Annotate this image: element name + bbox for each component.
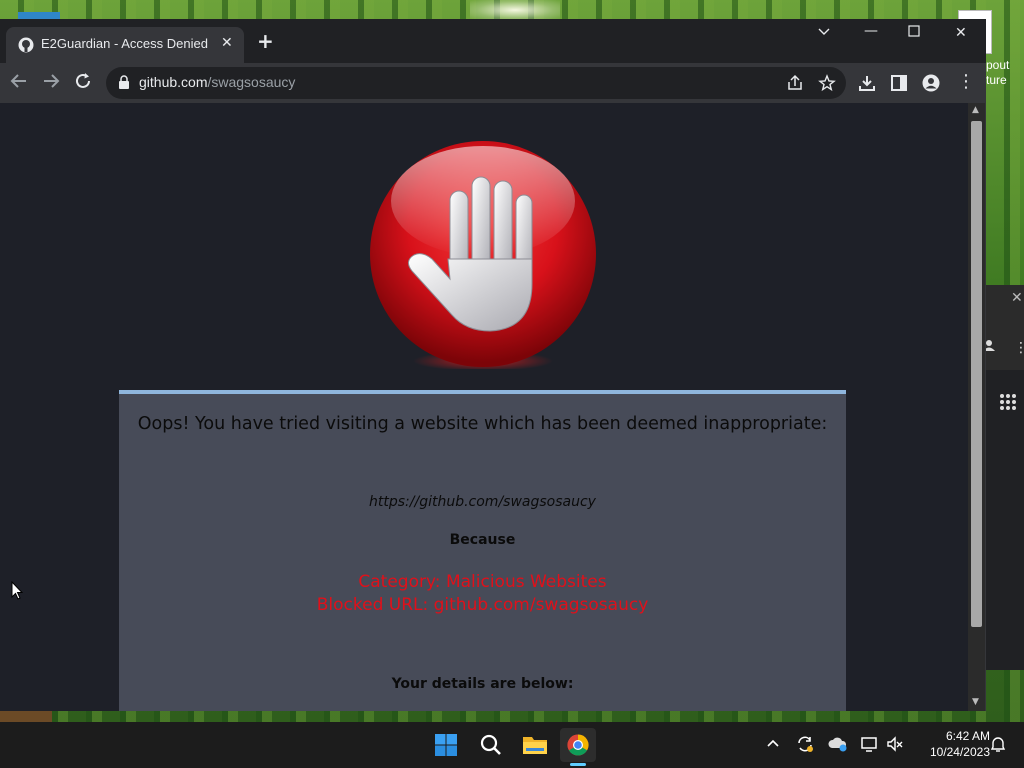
- chrome-icon: [567, 734, 589, 756]
- tab-close-icon[interactable]: ✕: [221, 35, 233, 51]
- wallpaper-light: [470, 0, 560, 20]
- details-label: Your details are below:: [391, 676, 574, 692]
- scroll-down-arrow-icon[interactable]: ▼: [972, 697, 979, 707]
- lock-icon[interactable]: [118, 75, 130, 89]
- scroll-thumb[interactable]: [971, 121, 982, 627]
- chevron-up-icon[interactable]: [767, 738, 779, 748]
- because-label: Because: [449, 532, 516, 548]
- tab-access-denied[interactable]: E2Guardian - Access Denied ✕: [6, 27, 244, 63]
- taskbar: 6:42 AM 10/24/2023: [0, 722, 1024, 768]
- address-bar[interactable]: github.com/swagsosaucy: [106, 67, 846, 99]
- denied-heading: Oops! You have tried visiting a website …: [137, 414, 828, 434]
- scroll-up-arrow-icon[interactable]: ▲: [972, 105, 979, 115]
- maximize-button[interactable]: [908, 25, 920, 41]
- category-reason: Category: Malicious Websites: [358, 572, 607, 592]
- more-icon[interactable]: ⋮: [1014, 340, 1024, 356]
- blocked-url-reason: Blocked URL: github.com/swagsosaucy: [316, 595, 649, 615]
- bookmark-star-icon[interactable]: [818, 74, 836, 92]
- network-icon[interactable]: [860, 735, 878, 753]
- active-app-indicator: [570, 763, 586, 766]
- search-button[interactable]: [472, 728, 508, 762]
- notification-icon[interactable]: [990, 735, 1006, 753]
- browser-window: E2Guardian - Access Denied ✕ + — ✕ githu…: [0, 19, 986, 711]
- back-button[interactable]: [10, 72, 28, 95]
- side-panel-icon[interactable]: [890, 74, 908, 92]
- menu-icon[interactable]: ⋮: [957, 71, 975, 92]
- onedrive-icon[interactable]: [828, 735, 848, 753]
- denied-message-panel: Oops! You have tried visiting a website …: [119, 390, 846, 711]
- background-panel-lower: [986, 370, 1024, 670]
- url-text[interactable]: github.com/swagsosaucy: [139, 74, 295, 90]
- tab-search-icon[interactable]: [818, 25, 830, 41]
- mouse-cursor-icon: [11, 581, 23, 600]
- tab-strip: E2Guardian - Access Denied ✕ + — ✕: [0, 19, 986, 63]
- sync-icon[interactable]: [796, 735, 814, 753]
- background-strip: [0, 710, 52, 722]
- github-icon: [18, 37, 34, 53]
- start-button[interactable]: [428, 728, 464, 762]
- browser-toolbar: github.com/swagsosaucy ⋮: [0, 63, 986, 103]
- stop-hand-icon: [370, 141, 596, 369]
- search-icon: [480, 734, 501, 755]
- reload-button[interactable]: [74, 72, 92, 95]
- profile-icon[interactable]: [922, 74, 940, 92]
- clock[interactable]: 6:42 AM 10/24/2023: [914, 728, 990, 760]
- start-icon: [435, 734, 457, 756]
- share-icon[interactable]: [786, 74, 804, 92]
- forward-button[interactable]: [42, 72, 60, 95]
- tab-title: E2Guardian - Access Denied: [41, 36, 208, 51]
- close-icon[interactable]: ✕: [1011, 290, 1023, 306]
- page-scrollbar[interactable]: ▲ ▼: [968, 103, 985, 711]
- apps-grid-icon[interactable]: [999, 393, 1017, 411]
- volume-muted-icon[interactable]: [886, 735, 904, 753]
- clock-time: 6:42 AM: [945, 729, 990, 743]
- blocked-url: https://github.com/swagsosaucy: [369, 494, 596, 510]
- close-window-button[interactable]: ✕: [955, 25, 967, 41]
- minimize-button[interactable]: —: [864, 23, 878, 39]
- clock-date: 10/24/2023: [929, 745, 990, 759]
- background-window-text: pout ture: [986, 58, 1010, 87]
- download-icon[interactable]: [858, 74, 876, 92]
- page-viewport: Oops! You have tried visiting a website …: [0, 103, 968, 711]
- file-explorer-icon: [523, 737, 547, 754]
- file-explorer-button[interactable]: [516, 728, 552, 762]
- chrome-button[interactable]: [560, 728, 596, 762]
- new-tab-button[interactable]: +: [257, 31, 274, 51]
